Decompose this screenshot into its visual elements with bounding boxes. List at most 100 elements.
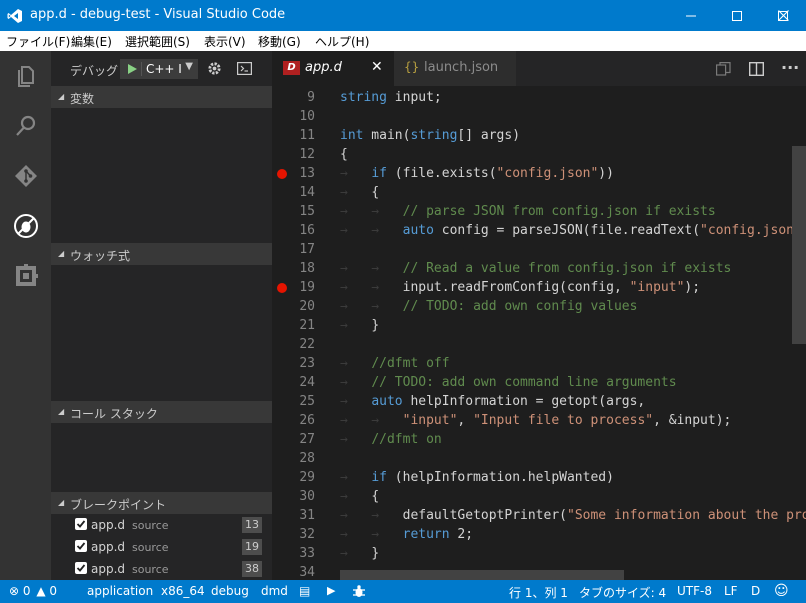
checkbox-checked-icon[interactable]: [75, 540, 87, 552]
line-number: 30: [299, 489, 315, 504]
gear-icon[interactable]: [207, 61, 222, 76]
bug-icon[interactable]: [352, 585, 366, 598]
code-editor[interactable]: 9 string input; 10 11 int main(string[] args…: [272, 86, 806, 580]
cursor-position[interactable]: 行 1、列 1: [509, 584, 568, 601]
minimize-window-button[interactable]: [668, 0, 714, 31]
extensions-icon: [15, 264, 38, 286]
debug-sidebar: デバッグ C++ I ▼ ◢ 変数 ◢ ウォッチ式 ◢ コール スタック ◢ ブ…: [51, 51, 272, 580]
checkbox-checked-icon[interactable]: [75, 562, 87, 574]
code-line[interactable]: 21 → }: [272, 316, 806, 335]
code-line[interactable]: 11 int main(string[] args): [272, 126, 806, 145]
menu-edit[interactable]: 編集(E): [71, 33, 112, 50]
search-icon: [15, 115, 35, 136]
menu-help[interactable]: ヘルプ(H): [315, 33, 369, 50]
source-control-button[interactable]: [0, 151, 51, 201]
split-editor-icon[interactable]: [749, 62, 764, 76]
breakpoint-item[interactable]: app.d source 13: [51, 514, 272, 536]
menu-bar: ファイル(F) 編集(E) 選択範囲(S) 表示(V) 移動(G) ヘルプ(H): [0, 31, 806, 51]
feedback-smiley-icon[interactable]: ☺: [774, 583, 789, 599]
code-text: → //dfmt on: [340, 432, 442, 447]
code-line[interactable]: 27 → //dfmt on: [272, 430, 806, 449]
code-line[interactable]: 19 → → input.readFromConfig(config, "inpu…: [272, 278, 806, 297]
section-variables[interactable]: ◢ 変数: [51, 86, 272, 108]
document-icon[interactable]: ▤: [299, 584, 310, 598]
breakpoint-line: 13: [242, 517, 262, 533]
line-number: 29: [299, 470, 315, 485]
end-of-line[interactable]: LF: [724, 584, 738, 598]
vertical-scrollbar-thumb[interactable]: [792, 146, 806, 344]
status-bar: ⊗ 0 ▲ 0 application x86_64 debug dmd ▤ ▶…: [0, 580, 806, 603]
line-number: 20: [299, 299, 315, 314]
play-icon[interactable]: ▶: [327, 584, 335, 597]
code-line[interactable]: 31 → → defaultGetoptPrinter("Some informa…: [272, 506, 806, 525]
more-actions-icon[interactable]: ···: [781, 58, 799, 77]
debug-console-icon[interactable]: [237, 62, 252, 75]
code-line[interactable]: 10: [272, 107, 806, 126]
search-button[interactable]: [0, 101, 51, 151]
code-line[interactable]: 17: [272, 240, 806, 259]
code-line[interactable]: 23 → //dfmt off: [272, 354, 806, 373]
horizontal-scrollbar-thumb[interactable]: [340, 570, 624, 580]
tab-launch-json[interactable]: {} launch.json: [394, 51, 516, 86]
breakpoint-item[interactable]: app.d source 19: [51, 536, 272, 558]
checkbox-checked-icon[interactable]: [75, 518, 87, 530]
open-changes-icon[interactable]: [716, 62, 731, 76]
close-icon[interactable]: ✕: [371, 59, 383, 75]
code-line[interactable]: 25 → auto helpInformation = getopt(args,: [272, 392, 806, 411]
activity-bar: [0, 51, 51, 580]
tab-app-d[interactable]: D app.d ✕: [272, 51, 394, 86]
error-count: 0: [22, 584, 31, 598]
line-number: 28: [299, 451, 315, 466]
code-line[interactable]: 28: [272, 449, 806, 468]
code-line[interactable]: 29 → if (helpInformation.helpWanted): [272, 468, 806, 487]
warning-count: 0: [49, 584, 58, 598]
code-line[interactable]: 9 string input;: [272, 88, 806, 107]
language-mode[interactable]: D: [751, 584, 760, 598]
line-number: 19: [299, 280, 315, 295]
status-item[interactable]: debug: [211, 584, 249, 598]
code-line[interactable]: 18 → → // Read a value from config.json i…: [272, 259, 806, 278]
code-line[interactable]: 12 {: [272, 145, 806, 164]
start-debug-icon[interactable]: [126, 63, 138, 75]
code-line[interactable]: 26 → → "input", "Input file to process", …: [272, 411, 806, 430]
debug-label: デバッグ: [70, 64, 119, 78]
error-icon: ⊗: [9, 584, 20, 598]
maximize-window-button[interactable]: [714, 0, 760, 31]
code-line[interactable]: 14 → {: [272, 183, 806, 202]
problems-indicator[interactable]: ⊗ 0 ▲ 0: [9, 584, 57, 598]
debug-button[interactable]: [0, 201, 51, 251]
code-line[interactable]: 13 → if (file.exists("config.json")): [272, 164, 806, 183]
code-line[interactable]: 32 → → return 2;: [272, 525, 806, 544]
code-line[interactable]: 33 → }: [272, 544, 806, 563]
menu-view[interactable]: 表示(V): [204, 33, 246, 50]
status-item[interactable]: application: [87, 584, 153, 598]
extensions-button[interactable]: [0, 251, 51, 301]
menu-file[interactable]: ファイル(F): [6, 33, 70, 50]
code-text: → → // Read a value from config.json if …: [340, 261, 732, 276]
code-line[interactable]: 24 → // TODO: add own command line argume…: [272, 373, 806, 392]
breakpoint-item[interactable]: app.d source 38: [51, 558, 272, 580]
status-item[interactable]: x86_64: [161, 584, 205, 598]
line-number: 33: [299, 546, 315, 561]
status-item[interactable]: dmd: [261, 584, 288, 598]
line-number: 21: [299, 318, 315, 333]
close-window-button[interactable]: [760, 0, 806, 31]
debug-config-select[interactable]: C++ I ▼: [120, 59, 198, 79]
menu-go[interactable]: 移動(G): [258, 33, 301, 50]
code-line[interactable]: 22: [272, 335, 806, 354]
section-callstack[interactable]: ◢ コール スタック: [51, 401, 272, 423]
menu-selection[interactable]: 選択範囲(S): [125, 33, 190, 50]
section-watch[interactable]: ◢ ウォッチ式: [51, 243, 272, 265]
encoding[interactable]: UTF-8: [677, 584, 712, 598]
code-text: → → "input", "Input file to process", &i…: [340, 413, 732, 428]
code-text: → → auto config = parseJSON(file.readTex…: [340, 223, 806, 238]
explorer-button[interactable]: [0, 51, 51, 101]
code-line[interactable]: 30 → {: [272, 487, 806, 506]
code-text: → {: [340, 185, 380, 200]
git-icon: [14, 165, 37, 187]
code-line[interactable]: 15 → → // parse JSON from config.json if …: [272, 202, 806, 221]
code-line[interactable]: 16 → → auto config = parseJSON(file.readT…: [272, 221, 806, 240]
code-line[interactable]: 20 → → // TODO: add own config values: [272, 297, 806, 316]
tab-size[interactable]: タブのサイズ: 4: [579, 584, 666, 601]
section-breakpoints[interactable]: ◢ ブレークポイント: [51, 492, 272, 514]
